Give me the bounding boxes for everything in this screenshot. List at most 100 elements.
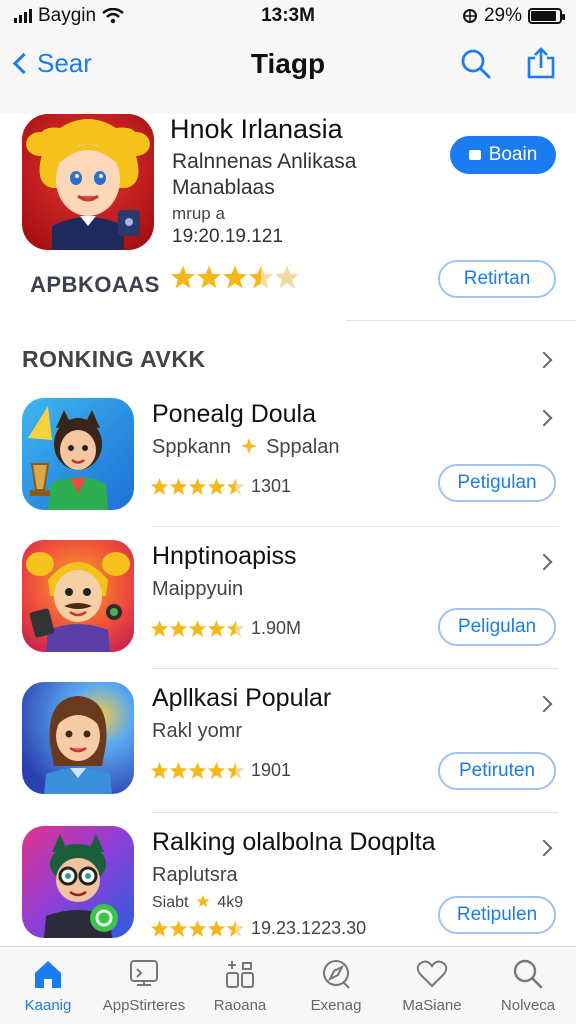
search-icon[interactable]	[460, 48, 492, 80]
app-rating: 1901	[150, 760, 291, 781]
app-icon[interactable]	[22, 540, 134, 652]
tab-apps[interactable]: AppStirteres	[96, 957, 192, 1014]
tab-favorites[interactable]: MaSiane	[384, 957, 480, 1014]
star-half-icon	[226, 920, 245, 937]
games-icon	[226, 961, 254, 988]
star-full-icon	[169, 620, 188, 637]
star-full-icon	[223, 265, 247, 289]
app-name[interactable]: Apllkasi Popular	[152, 684, 331, 713]
star-full-icon	[150, 920, 169, 937]
divider	[152, 526, 558, 527]
tab-games[interactable]: Raoana	[192, 957, 288, 1014]
tab-label: Raoana	[213, 997, 267, 1014]
explore-icon	[323, 960, 350, 989]
app-icon[interactable]	[22, 826, 134, 938]
tab-home[interactable]: Kaanig	[0, 957, 96, 1014]
featured-meta: mrup a	[172, 204, 225, 223]
app-rating: 1301	[150, 476, 291, 497]
star-half-icon	[226, 478, 245, 495]
section-title: RONKING AVKK	[22, 346, 206, 372]
app-name[interactable]: Hnptinoapiss	[152, 542, 297, 571]
app-action-button[interactable]: Petiruten	[438, 752, 556, 790]
chevron-right-icon[interactable]	[535, 695, 553, 713]
rating-count: 19.23.1223.30	[251, 918, 367, 938]
tab-search[interactable]: Nolveca	[480, 957, 576, 1014]
app-subtitle-extra: Siabt	[152, 894, 189, 911]
star-full-icon	[188, 620, 207, 637]
star-full-icon	[207, 920, 226, 937]
star-full-icon	[169, 762, 188, 779]
divider	[346, 320, 576, 321]
app-name[interactable]: Ponealg Doula	[152, 400, 316, 429]
chevron-right-icon[interactable]	[535, 351, 553, 369]
app-subtitle-text: Sppkann	[152, 436, 231, 458]
app-icon[interactable]	[22, 682, 134, 794]
star-full-icon	[188, 920, 207, 937]
star-full-icon	[150, 762, 169, 779]
star-full-icon	[188, 478, 207, 495]
get-button[interactable]: Boain	[450, 136, 556, 174]
status-right: 29%	[462, 5, 565, 27]
star-full-icon	[169, 478, 188, 495]
app-icon[interactable]	[22, 398, 134, 510]
chevron-right-icon[interactable]	[535, 409, 553, 427]
featured-app[interactable]: Hnok Irlanasia Ralnnenas Anlikasa Manabl…	[0, 114, 576, 320]
app-rating: 19.23.1223.30	[150, 918, 366, 939]
rating-count: 1301	[251, 476, 292, 496]
rating-stars	[150, 477, 245, 496]
list-item[interactable]: Hnptinoapiss Maippyuin 1.90M Peligulan	[0, 540, 576, 684]
chevron-right-icon[interactable]	[535, 839, 553, 857]
featured-developer: APBKOAAS	[30, 272, 160, 297]
tab-bar: Kaanig AppStirteres Raoana Exenag MaSian…	[0, 946, 576, 1024]
app-subtitle-extra-2: 4k9	[217, 894, 244, 911]
app-action-button[interactable]: Petigulan	[438, 464, 556, 502]
featured-subtitle: Ralnnenas Anlikasa	[172, 150, 357, 173]
search-icon	[513, 959, 543, 989]
tab-label: Exenag	[310, 997, 362, 1014]
tab-label: Kaanig	[24, 997, 72, 1014]
location-icon	[462, 9, 477, 23]
app-action-button[interactable]: Retipulen	[438, 896, 556, 934]
star-empty-icon	[275, 265, 299, 289]
app-name[interactable]: Ralking olalbolna Doqplta	[152, 828, 436, 857]
battery-percent: 29%	[483, 5, 522, 26]
app-action-button[interactable]: Peligulan	[438, 608, 556, 646]
app-subtitle: Rakl yomr	[152, 720, 243, 742]
star-half-icon	[226, 620, 245, 637]
rating-count: 1901	[251, 760, 292, 780]
home-icon	[35, 961, 61, 988]
list-item[interactable]: Apllkasi Popular Rakl yomr 1901 Petirute…	[0, 682, 576, 826]
download-icon	[468, 150, 481, 160]
get-button-label: Boain	[488, 144, 538, 165]
app-subtitle: Maippyuin	[152, 578, 244, 600]
section-header[interactable]: RONKING AVKK	[0, 344, 576, 380]
share-icon[interactable]	[524, 46, 558, 80]
battery-icon	[528, 8, 565, 24]
apps-icon	[130, 960, 158, 986]
app-subtitle-2: Siabt 4k9	[152, 894, 243, 912]
chevron-right-icon[interactable]	[535, 553, 553, 571]
star-full-icon	[207, 762, 226, 779]
rating-stars	[150, 919, 245, 938]
tab-label: Nolveca	[500, 997, 556, 1014]
star-full-icon	[207, 478, 226, 495]
star-full-icon	[171, 265, 195, 289]
tab-label: AppStirteres	[102, 997, 186, 1014]
star-full-icon	[150, 478, 169, 495]
star-full-icon	[197, 265, 221, 289]
app-rating: 1.90M	[150, 618, 301, 639]
featured-title[interactable]: Hnok Irlanasia	[170, 114, 343, 145]
app-subtitle: Raplutsra	[152, 864, 238, 886]
star-full-icon	[169, 920, 188, 937]
heart-icon	[416, 960, 448, 988]
rating-stars	[150, 761, 245, 780]
rating-count: 1.90M	[251, 618, 302, 638]
featured-secondary-button[interactable]: Retirtan	[438, 260, 556, 298]
list-item[interactable]: Ponealg Doula Sppkann Sppalan 1301 Petig…	[0, 398, 576, 542]
featured-app-icon[interactable]	[22, 114, 154, 250]
featured-date: 19:20.19.121	[172, 226, 283, 247]
tab-explore[interactable]: Exenag	[288, 957, 384, 1014]
star-full-icon	[207, 620, 226, 637]
app-subtitle: Sppkann Sppalan	[152, 436, 340, 459]
tab-label: MaSiane	[402, 997, 462, 1014]
